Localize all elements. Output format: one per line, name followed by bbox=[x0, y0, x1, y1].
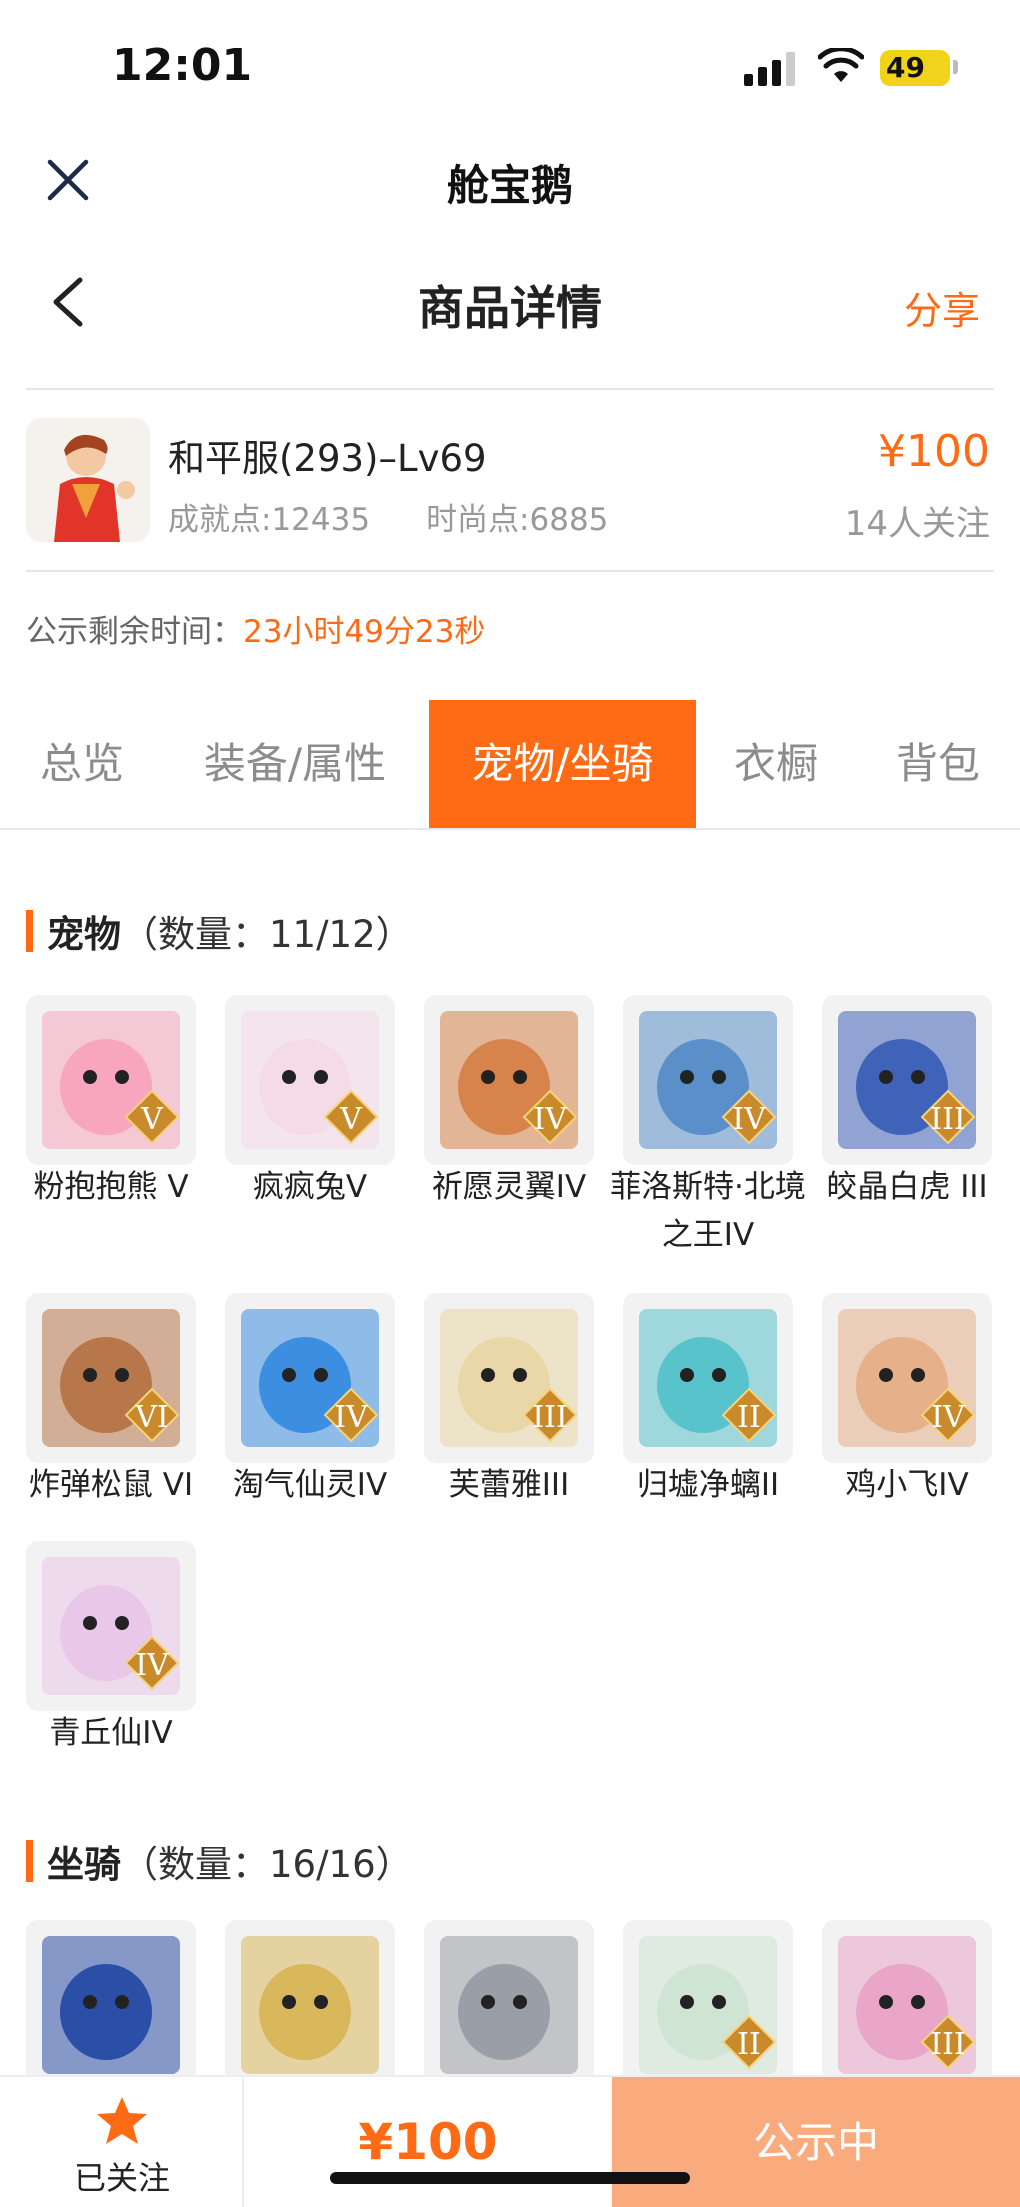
tab-overview[interactable]: 总览 bbox=[22, 700, 142, 828]
tab-bag[interactable]: 背包 bbox=[886, 700, 990, 828]
rank-label: V bbox=[339, 1102, 363, 1137]
rank-label: II bbox=[737, 2027, 761, 2062]
item-art: IV bbox=[440, 1011, 578, 1149]
mount-card[interactable] bbox=[225, 1920, 395, 2090]
pet-name: 淘气仙灵IV bbox=[232, 1467, 388, 1503]
mount-card[interactable] bbox=[26, 1920, 196, 2090]
product-name: 和平服(293)–Lv69 bbox=[168, 437, 487, 480]
achievement-points: 成就点:12435 bbox=[168, 502, 371, 538]
pets-count: （数量：11/12） bbox=[121, 913, 413, 956]
item-art: III bbox=[838, 1011, 976, 1149]
pets-title: 宠物 bbox=[47, 913, 121, 956]
item-art: IV bbox=[42, 1557, 180, 1695]
app-title: 舱宝鹅 bbox=[446, 161, 573, 210]
bottom-price: ¥100 bbox=[358, 2113, 498, 2171]
pet-card[interactable]: VI bbox=[26, 1293, 196, 1463]
item-art: V bbox=[241, 1011, 379, 1149]
pet-name: 皎晶白虎 III bbox=[826, 1169, 988, 1205]
divider bbox=[26, 388, 994, 390]
tab-equipment[interactable]: 装备/属性 bbox=[190, 700, 400, 828]
pet-card[interactable]: III bbox=[822, 995, 992, 1165]
item-art bbox=[440, 1936, 578, 2074]
pet-card[interactable]: IV bbox=[623, 995, 793, 1165]
home-indicator bbox=[330, 2172, 690, 2184]
bottom-bar: 已关注 ¥100 公示中 bbox=[0, 2075, 1020, 2207]
rank-label: IV bbox=[533, 1102, 568, 1137]
item-art: IV bbox=[838, 1309, 976, 1447]
share-button[interactable]: 分享 bbox=[904, 280, 980, 335]
countdown-value: 23小时49分23秒 bbox=[243, 614, 486, 650]
status-time: 12:01 bbox=[112, 40, 253, 91]
pet-name: 粉抱抱熊 V bbox=[33, 1169, 189, 1205]
pet-card[interactable]: IV bbox=[26, 1541, 196, 1711]
mount-card[interactable] bbox=[424, 1920, 594, 2090]
rank-label: II bbox=[737, 1400, 761, 1435]
pet-name: 芙蕾雅III bbox=[448, 1467, 570, 1503]
pet-name: 疯疯兔V bbox=[252, 1169, 368, 1205]
rank-label: IV bbox=[135, 1648, 170, 1683]
tab-bar: 总览 装备/属性 宠物/坐骑 衣橱 背包 bbox=[0, 700, 1020, 830]
cellular-signal-icon bbox=[744, 52, 795, 86]
mount-card[interactable]: II bbox=[623, 1920, 793, 2090]
item-art: II bbox=[639, 1309, 777, 1447]
pet-card[interactable]: II bbox=[623, 1293, 793, 1463]
rank-label: V bbox=[140, 1102, 164, 1137]
mount-card[interactable]: III bbox=[822, 1920, 992, 2090]
pet-card[interactable]: IV bbox=[424, 995, 594, 1165]
pet-card[interactable]: IV bbox=[225, 1293, 395, 1463]
pets-section-header: 宠物 （数量：11/12） bbox=[26, 904, 413, 958]
product-stats: 成就点:12435 时尚点:6885 bbox=[168, 494, 664, 539]
item-art bbox=[241, 1936, 379, 2074]
battery-level: 49 bbox=[886, 51, 925, 84]
rank-label: IV bbox=[334, 1400, 369, 1435]
star-icon bbox=[97, 2097, 147, 2144]
rank-label: IV bbox=[931, 1400, 966, 1435]
item-art: III bbox=[838, 1936, 976, 2074]
mounts-count: （数量：16/16） bbox=[121, 1843, 413, 1886]
rank-label: IV bbox=[732, 1102, 767, 1137]
pet-name: 鸡小飞IV bbox=[845, 1467, 969, 1503]
follow-label: 已关注 bbox=[73, 2159, 170, 2197]
pet-name: 祈愿灵翼IV bbox=[431, 1169, 587, 1205]
tab-pets-mounts[interactable]: 宠物/坐骑 bbox=[429, 700, 696, 828]
fashion-points: 时尚点:6885 bbox=[426, 502, 609, 538]
countdown: 公示剩余时间：23小时49分23秒 bbox=[26, 606, 485, 651]
item-art: VI bbox=[42, 1309, 180, 1447]
status-button[interactable]: 公示中 bbox=[612, 2077, 1020, 2207]
battery-icon: 49 bbox=[880, 50, 958, 86]
mounts-title: 坐骑 bbox=[47, 1843, 121, 1886]
pet-name: 菲洛斯特·北境之王IV bbox=[610, 1169, 806, 1253]
product-price: ¥100 bbox=[878, 426, 990, 477]
divider bbox=[26, 570, 994, 572]
tab-wardrobe[interactable]: 衣橱 bbox=[724, 700, 828, 828]
pet-name: 炸弹松鼠 VI bbox=[28, 1467, 194, 1503]
page-title: 商品详情 bbox=[418, 281, 602, 335]
item-art: IV bbox=[241, 1309, 379, 1447]
mounts-section-header: 坐骑 （数量：16/16） bbox=[26, 1834, 413, 1888]
rank-label: III bbox=[930, 2027, 966, 2062]
countdown-label: 公示剩余时间： bbox=[26, 614, 243, 650]
rank-label: III bbox=[930, 1102, 966, 1137]
pet-card[interactable]: IV bbox=[822, 1293, 992, 1463]
rank-label: VI bbox=[134, 1400, 169, 1435]
rank-label: III bbox=[532, 1400, 568, 1435]
pet-card[interactable]: V bbox=[26, 995, 196, 1165]
item-art: II bbox=[639, 1936, 777, 2074]
wifi-icon bbox=[818, 48, 864, 82]
pet-name: 青丘仙IV bbox=[49, 1715, 173, 1751]
follower-count: 14人关注 bbox=[844, 504, 990, 544]
item-art: III bbox=[440, 1309, 578, 1447]
pet-card[interactable]: III bbox=[424, 1293, 594, 1463]
pet-card[interactable]: V bbox=[225, 995, 395, 1165]
item-art: V bbox=[42, 1011, 180, 1149]
follow-button[interactable]: 已关注 bbox=[0, 2077, 244, 2207]
character-avatar bbox=[26, 418, 150, 542]
pet-name: 归墟净螭II bbox=[636, 1467, 780, 1503]
item-art bbox=[42, 1936, 180, 2074]
item-art: IV bbox=[639, 1011, 777, 1149]
